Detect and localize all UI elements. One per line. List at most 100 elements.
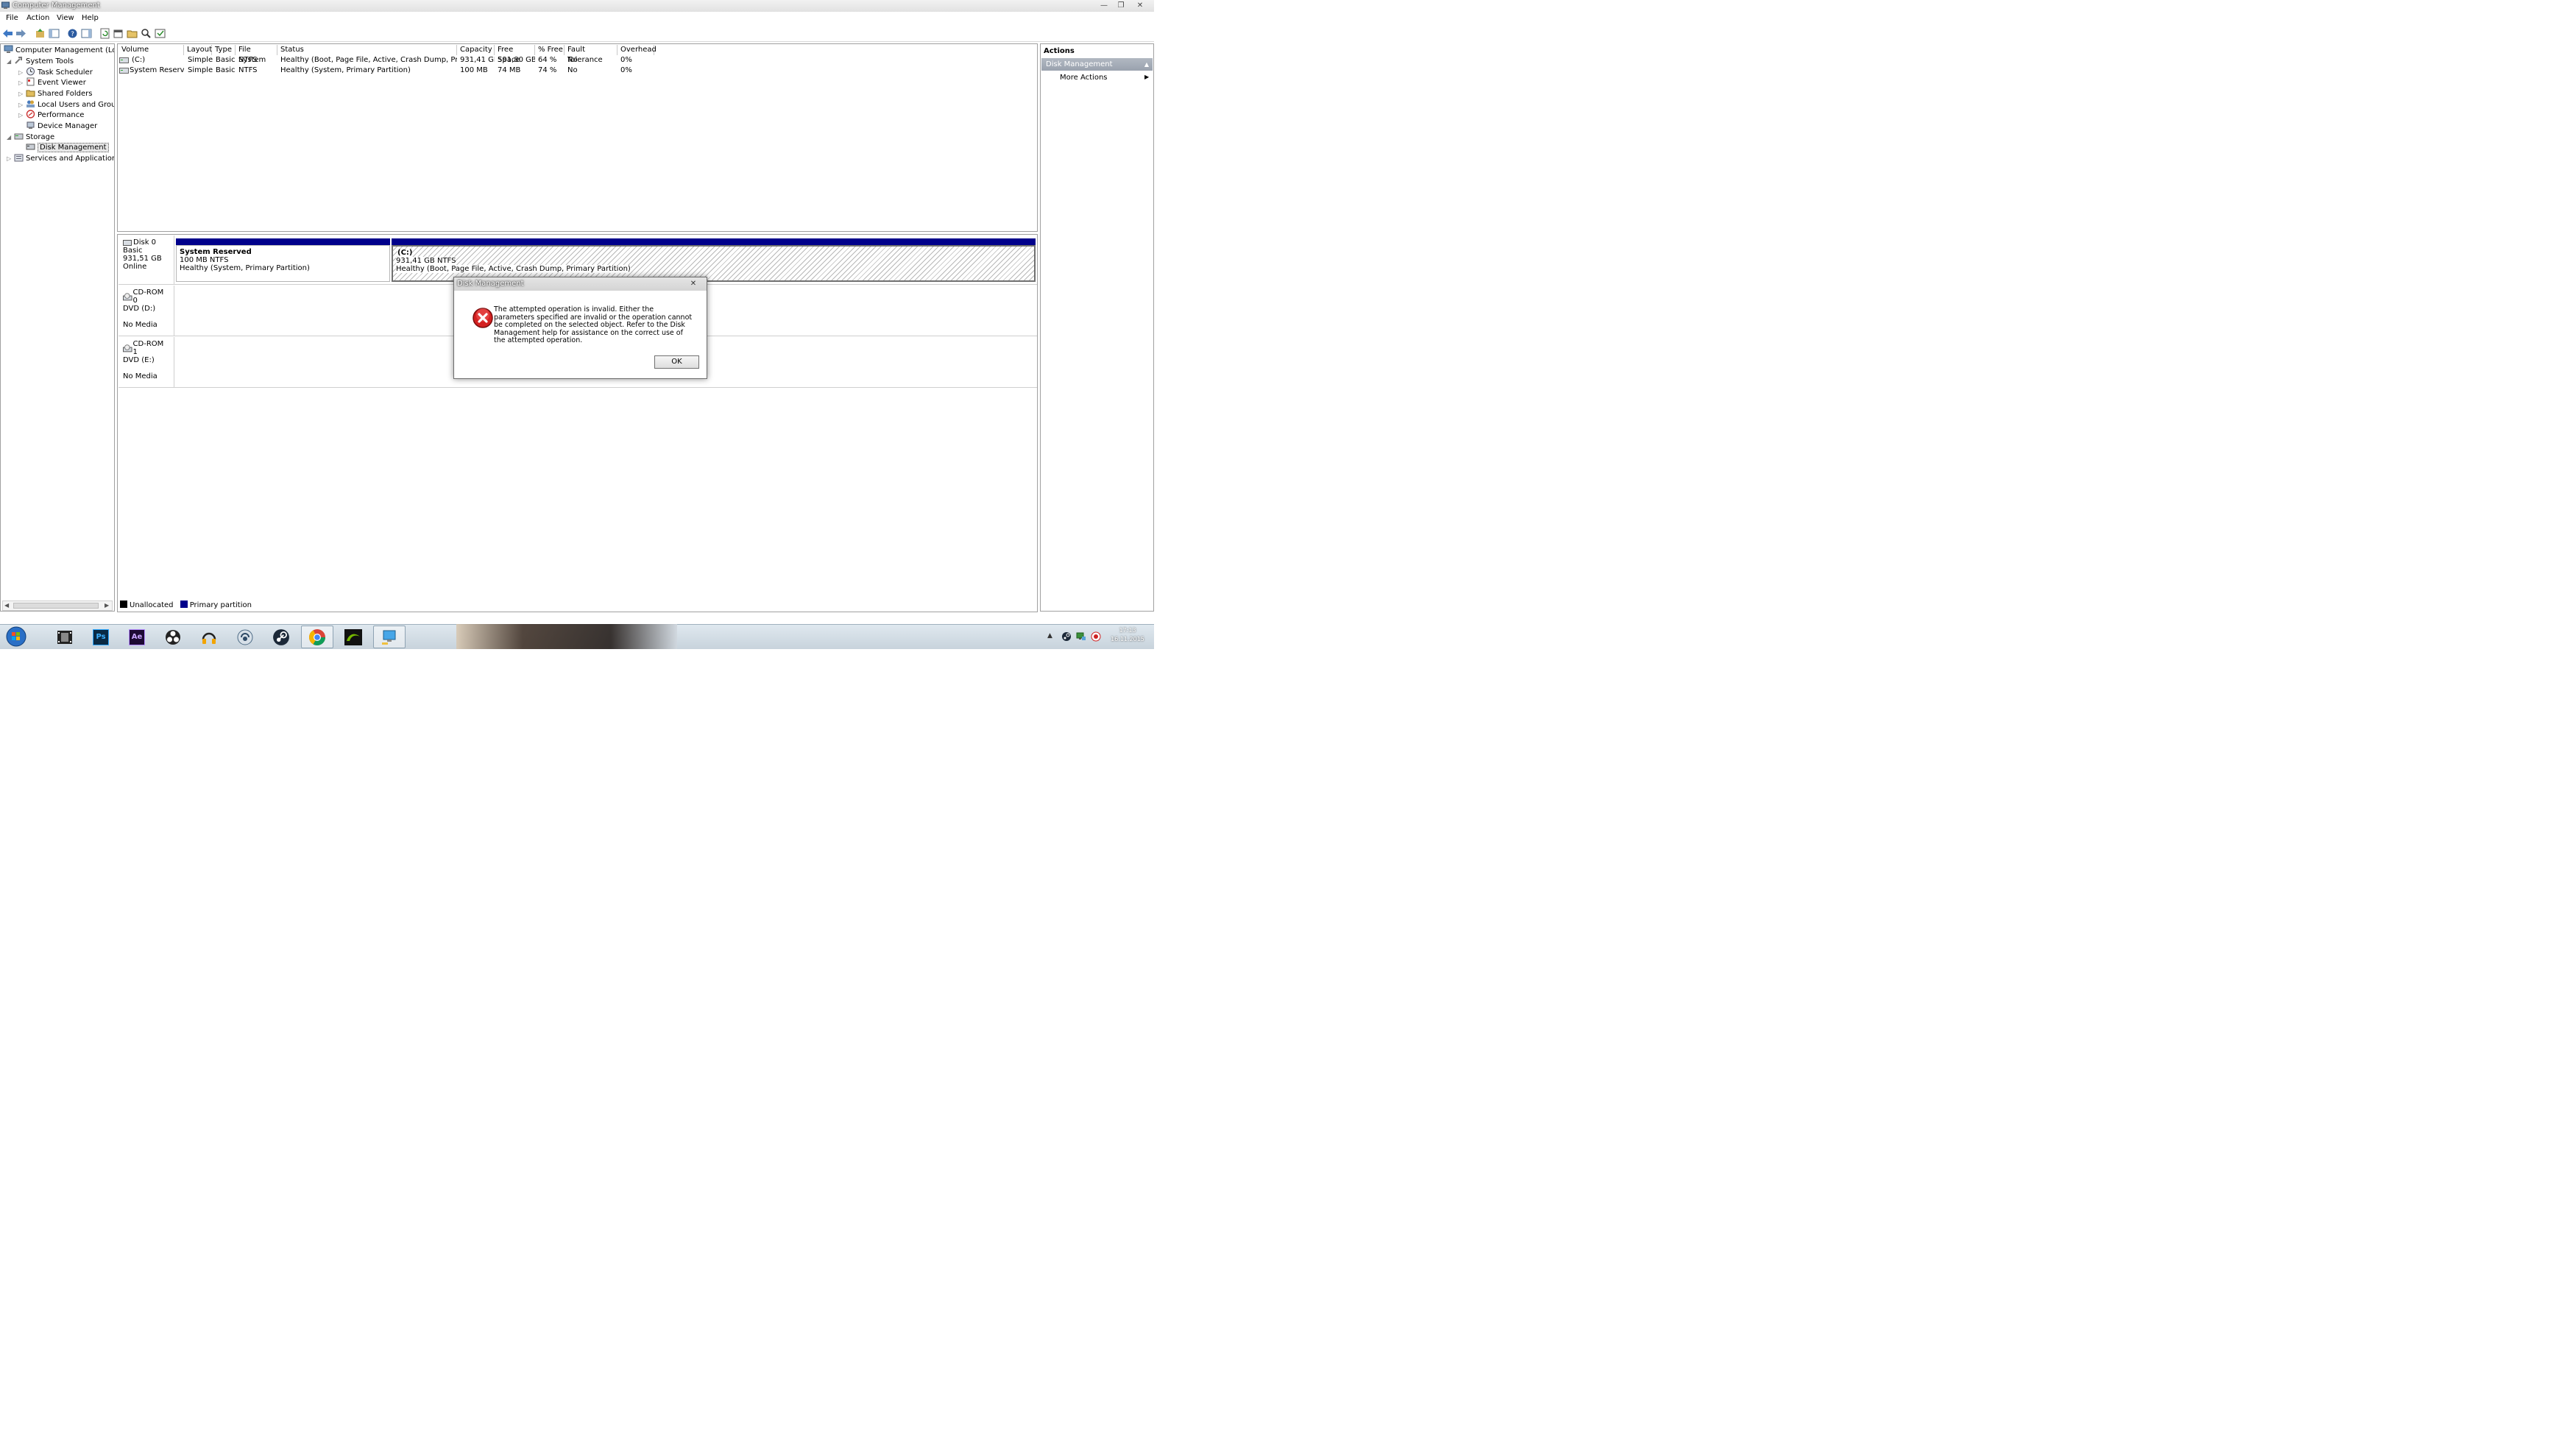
volume-tray-icon[interactable] xyxy=(1091,631,1101,642)
dialog-titlebar[interactable]: Disk Management ✕ xyxy=(454,277,707,291)
computer-icon xyxy=(4,45,13,53)
col-header-fault-tolerance[interactable]: Fault Tolerance xyxy=(565,45,618,64)
tree-label-storage: Storage xyxy=(26,133,55,141)
cdrom1-drive: DVD (E:) xyxy=(123,356,155,364)
expanded-arrow-icon[interactable]: ◢ xyxy=(7,57,14,67)
start-button[interactable] xyxy=(3,625,29,648)
disk0-label[interactable]: Disk 0 Basic 931,51 GB Online xyxy=(118,235,174,284)
expanded-arrow-icon[interactable]: ◢ xyxy=(7,132,14,143)
cdrom0-label[interactable]: CD-ROM 0 DVD (D:) No Media xyxy=(118,286,174,336)
back-arrow-icon[interactable] xyxy=(2,28,13,39)
ok-button[interactable]: OK xyxy=(654,355,699,369)
taskbar-app-video-editor[interactable] xyxy=(49,626,81,648)
taskbar-app-computer-management[interactable] xyxy=(373,626,406,648)
taskbar-app-chrome[interactable] xyxy=(301,626,333,648)
steam-tray-icon[interactable] xyxy=(1061,631,1072,642)
collapsed-arrow-icon[interactable]: ▷ xyxy=(18,110,26,121)
properties-icon[interactable] xyxy=(113,28,124,39)
scroll-right-arrow-icon[interactable]: ▶ xyxy=(105,602,109,609)
col-header-percent-free[interactable]: % Free xyxy=(535,45,565,55)
col-header-overhead[interactable]: Overhead xyxy=(618,45,657,55)
taskbar-app-teamspeak[interactable] xyxy=(229,626,261,648)
tree-item-storage[interactable]: ◢ Storage xyxy=(7,132,54,142)
tree-item-event-viewer[interactable]: ▷ Event Viewer xyxy=(18,77,86,88)
dialog-close-button[interactable]: ✕ xyxy=(688,280,698,288)
tree-item-disk-management[interactable]: Disk Management xyxy=(26,142,109,152)
collapsed-arrow-icon[interactable]: ▷ xyxy=(18,89,26,99)
tree-item-root[interactable]: Computer Management (Local xyxy=(4,45,114,55)
menu-action[interactable]: Action xyxy=(26,14,49,22)
tree-label-disk-management: Disk Management xyxy=(38,143,109,152)
col-header-capacity[interactable]: Capacity xyxy=(457,45,495,55)
cdrom-icon xyxy=(123,344,132,352)
refresh-icon[interactable] xyxy=(99,28,110,39)
col-header-free-space[interactable]: Free Space xyxy=(495,45,535,64)
show-hide-tree-icon[interactable] xyxy=(49,28,60,39)
rescan-disks-icon[interactable] xyxy=(155,28,166,39)
partition-name: System Reserved xyxy=(180,248,252,256)
col-header-layout[interactable]: Layout xyxy=(184,45,212,55)
legend-primary: Primary partition xyxy=(189,601,252,609)
taskbar-app-obs[interactable] xyxy=(157,626,189,648)
cdrom1-media: No Media xyxy=(123,372,158,380)
more-actions-item[interactable]: More Actions xyxy=(1060,74,1108,82)
scroll-thumb[interactable] xyxy=(13,603,99,609)
partition-bar-system-reserved xyxy=(176,238,390,245)
tools-icon xyxy=(15,57,22,64)
collapsed-arrow-icon[interactable]: ▷ xyxy=(18,78,26,88)
taskbar-wallpaper-peek xyxy=(456,624,677,649)
tree-item-performance[interactable]: ▷ Performance xyxy=(18,110,84,120)
table-row[interactable]: System Reserved Simple Basic NTFS Health… xyxy=(118,65,1037,76)
collapse-arrow-icon[interactable]: ▲ xyxy=(1144,58,1149,71)
tree-item-device-manager[interactable]: Device Manager xyxy=(26,121,97,131)
show-hidden-icons-arrow-icon[interactable]: ▲ xyxy=(1047,632,1052,640)
forward-arrow-icon[interactable] xyxy=(15,28,26,39)
actions-section-disk-management[interactable]: Disk Management ▲ xyxy=(1041,58,1153,71)
tree-item-services[interactable]: ▷ Services and Applications xyxy=(7,153,114,164)
taskbar-clock[interactable]: 17:13 16.11.2015 xyxy=(1104,626,1151,644)
col-header-volume[interactable]: Volume xyxy=(118,45,184,55)
tree-item-local-users[interactable]: ▷ Local Users and Groups xyxy=(18,99,114,110)
disk0-type: Basic xyxy=(123,247,143,255)
col-header-status[interactable]: Status xyxy=(277,45,457,55)
tree-item-system-tools[interactable]: ◢ System Tools xyxy=(7,56,74,66)
search-icon[interactable] xyxy=(141,28,152,39)
submenu-arrow-icon[interactable]: ▶ xyxy=(1144,74,1149,80)
tree-label-root: Computer Management (Local xyxy=(15,46,114,54)
window-titlebar[interactable]: Computer Management — ❐ ✕ xyxy=(0,0,1154,12)
close-button[interactable]: ✕ xyxy=(1134,1,1146,10)
taskbar-app-nvidia[interactable] xyxy=(337,626,369,648)
drive-icon xyxy=(119,57,129,63)
menu-file[interactable]: File xyxy=(6,14,18,22)
collapsed-arrow-icon[interactable]: ▷ xyxy=(18,68,26,78)
partition-system-reserved[interactable]: System Reserved 100 MB NTFS Healthy (Sys… xyxy=(176,245,390,282)
table-row[interactable]: (C:) Simple Basic NTFS Healthy (Boot, Pa… xyxy=(118,55,1037,65)
scroll-left-arrow-icon[interactable]: ◀ xyxy=(4,602,9,609)
taskbar-app-after-effects[interactable]: Ae xyxy=(121,626,153,648)
cdrom1-label[interactable]: CD-ROM 1 DVD (E:) No Media xyxy=(118,337,174,387)
taskbar-app-steam[interactable] xyxy=(265,626,297,648)
menu-view[interactable]: View xyxy=(57,14,74,22)
volume-list[interactable]: Volume Layout Type File System Status Ca… xyxy=(117,43,1038,232)
cdrom0-name: CD-ROM 0 xyxy=(132,288,164,305)
minimize-button[interactable]: — xyxy=(1098,1,1110,10)
tree-item-task-scheduler[interactable]: ▷ Task Scheduler xyxy=(18,67,93,77)
tree-item-shared-folders[interactable]: ▷ Shared Folders xyxy=(18,88,93,99)
maximize-button[interactable]: ❐ xyxy=(1115,1,1127,10)
dialog-title: Disk Management xyxy=(457,280,524,288)
console-tree[interactable]: Computer Management (Local ◢ System Tools… xyxy=(0,43,115,612)
taskbar-app-headphones[interactable] xyxy=(193,626,225,648)
tree-horizontal-scrollbar[interactable]: ◀ ▶ xyxy=(2,600,113,611)
menu-help[interactable]: Help xyxy=(82,14,99,22)
help-icon[interactable]: ? xyxy=(67,28,78,39)
cell-percent-free: 64 % xyxy=(538,56,557,64)
up-folder-icon[interactable] xyxy=(35,28,46,39)
network-tray-icon[interactable] xyxy=(1076,631,1086,642)
open-folder-icon[interactable] xyxy=(127,28,138,39)
show-hide-action-pane-icon[interactable] xyxy=(81,28,92,39)
taskbar-app-photoshop[interactable]: Ps xyxy=(85,626,117,648)
col-header-file-system[interactable]: File System xyxy=(236,45,277,64)
collapsed-arrow-icon[interactable]: ▷ xyxy=(18,100,26,110)
col-header-type[interactable]: Type xyxy=(212,45,236,55)
collapsed-arrow-icon[interactable]: ▷ xyxy=(7,154,14,164)
